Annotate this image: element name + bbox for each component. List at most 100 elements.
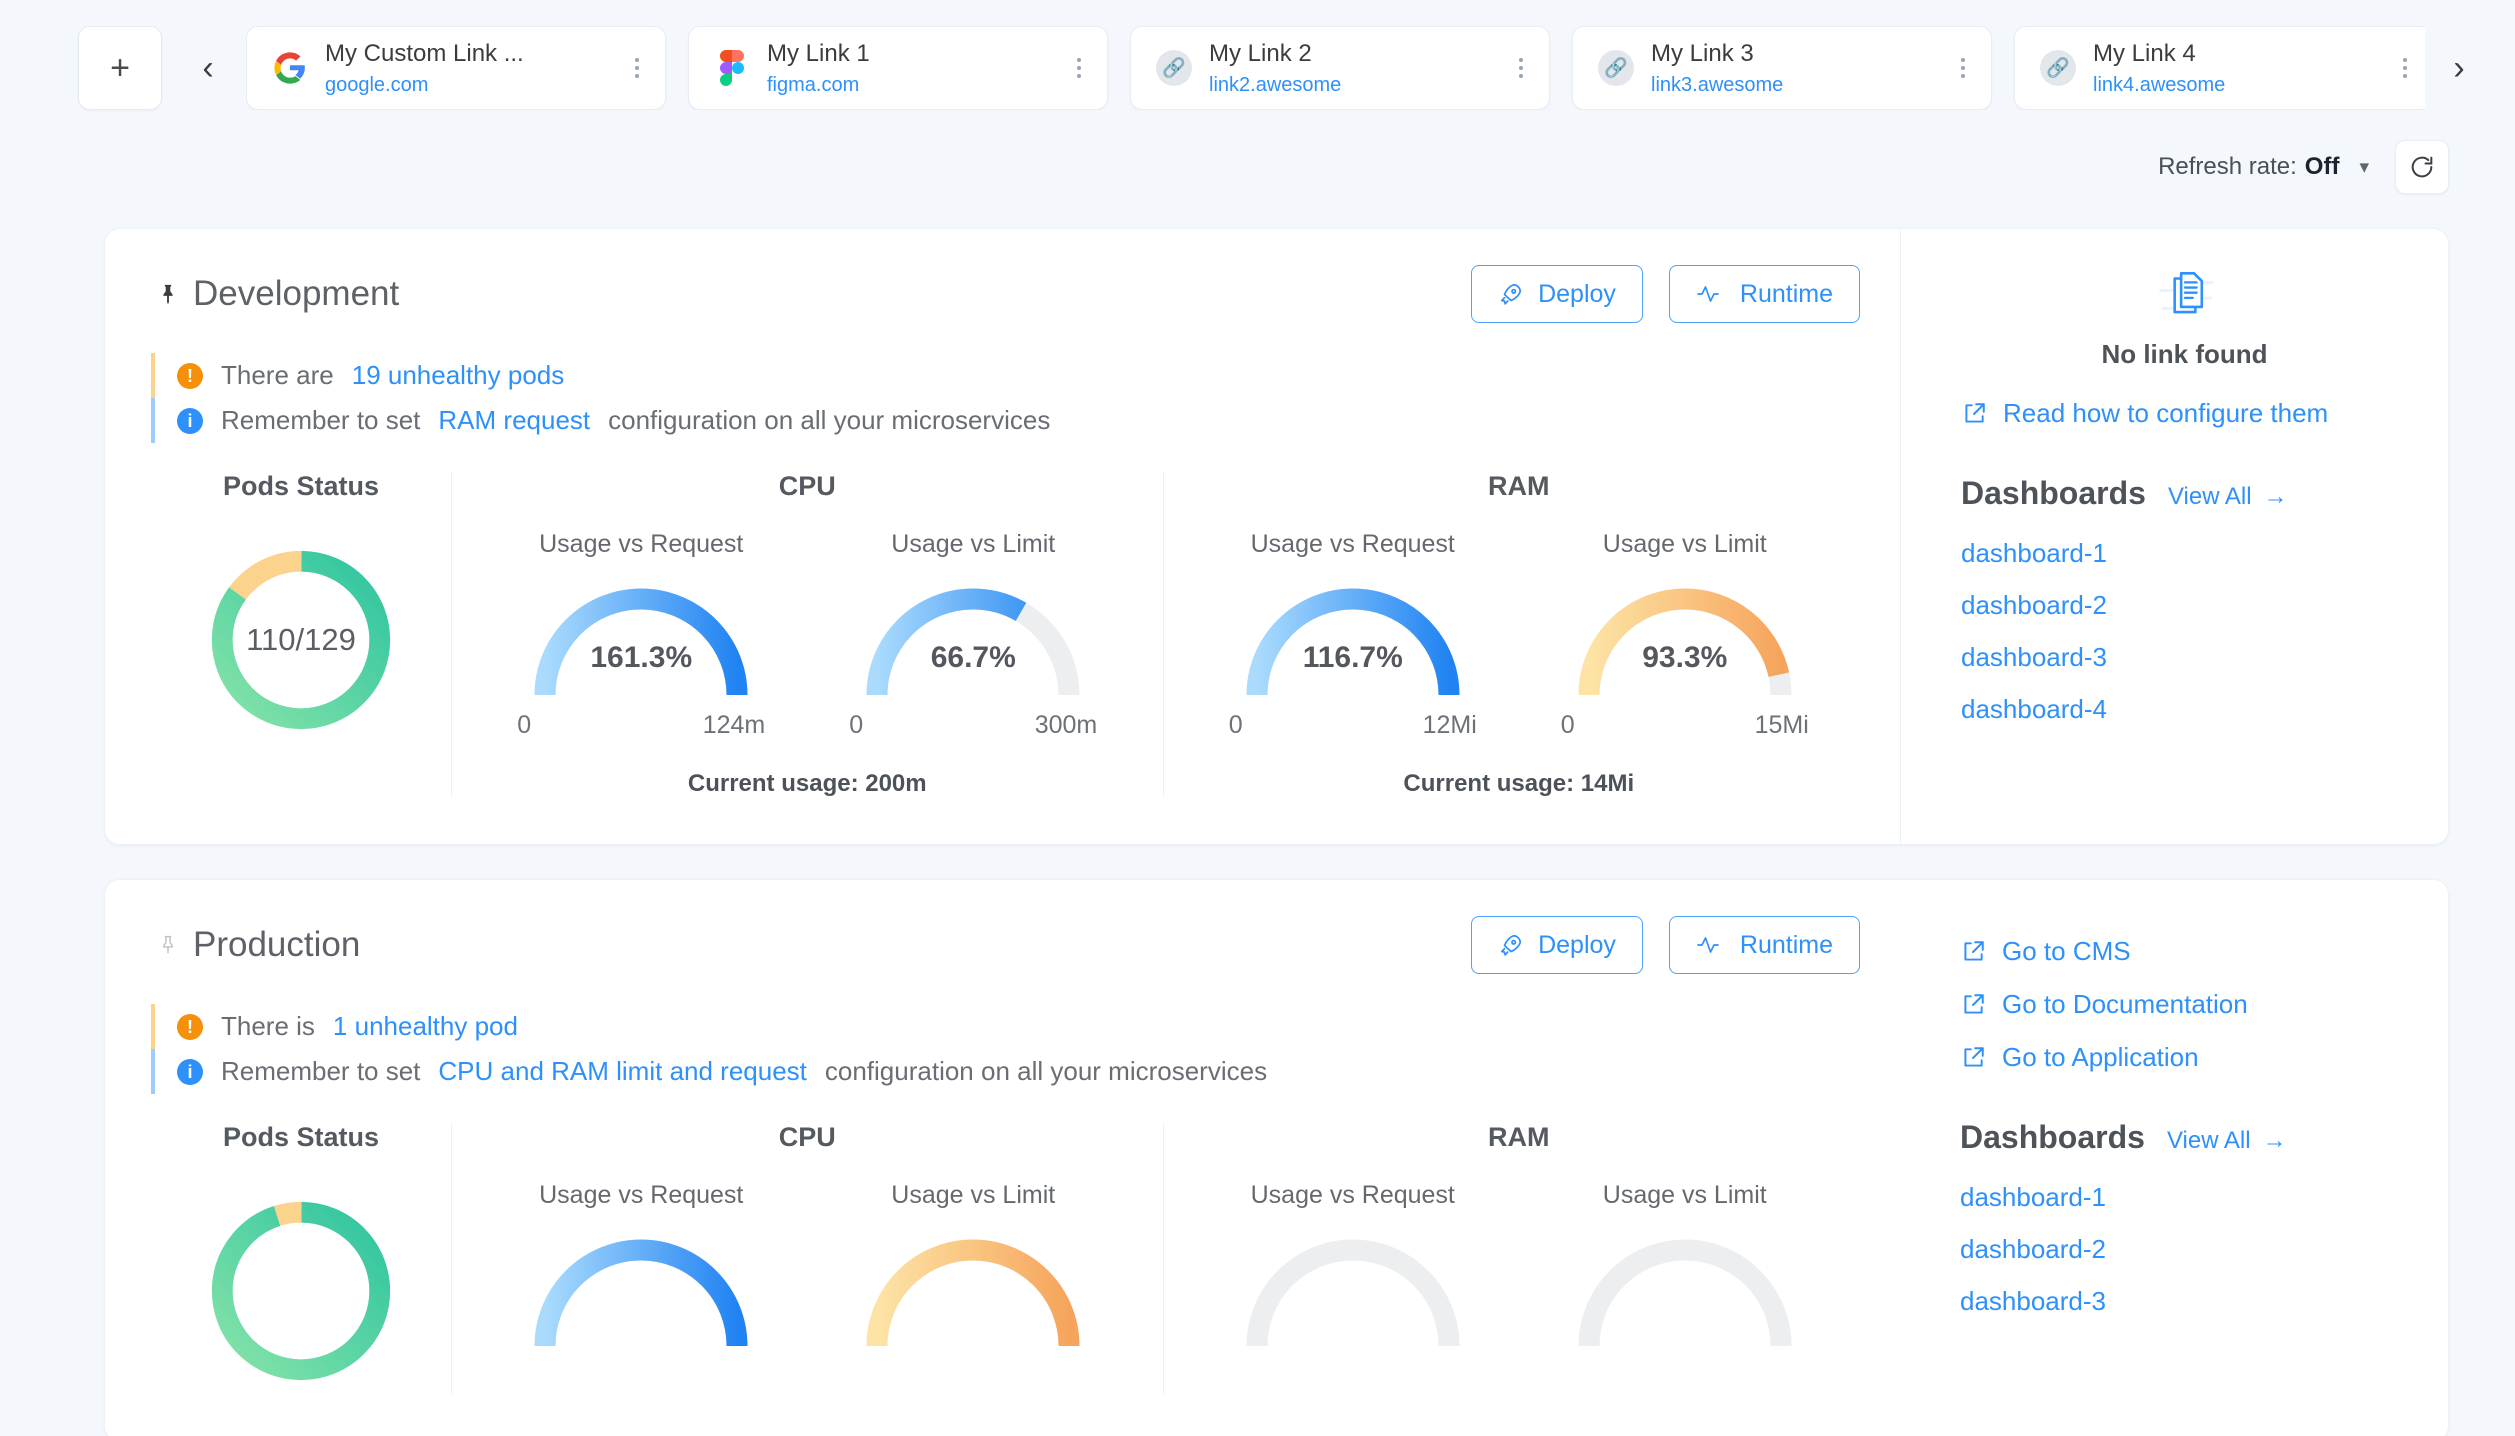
gauge-arc (853, 1226, 1093, 1354)
gauge-label: Usage vs Limit (814, 1181, 1132, 1210)
google-icon (269, 51, 311, 85)
link-card-menu-icon[interactable] (2389, 58, 2415, 78)
deploy-button[interactable]: Deploy (1471, 265, 1643, 323)
current-usage: Current usage: 200m (460, 770, 1155, 798)
pods-status-block: Pods Status 110/129 (151, 471, 451, 798)
external-link-icon (1961, 401, 1987, 427)
go-to-application-link[interactable]: Go to Application (1960, 1042, 2408, 1073)
gauge-label: Usage vs Request (1194, 1181, 1512, 1210)
runtime-button[interactable]: Runtime (1669, 916, 1860, 974)
gauge-ticks: 0 12Mi (1229, 711, 1477, 740)
link-card-url[interactable]: figma.com (767, 72, 1063, 98)
metric-group-ram: RAM Usage vs Request U (1163, 1122, 1875, 1395)
link-card-menu-icon[interactable] (621, 58, 647, 78)
go-to-documentation-link[interactable]: Go to Documentation (1960, 989, 2408, 1020)
link-card[interactable]: 🔗 My Link 2 link2.awesome (1130, 26, 1550, 110)
gauge-usage-vs-limit: Usage vs Limit (814, 530, 1132, 740)
arrow-right-icon: → (2263, 1127, 2287, 1155)
page-title: Development (193, 274, 399, 314)
page-title: Production (193, 925, 360, 965)
chevron-right-icon[interactable]: › (2435, 51, 2483, 85)
gauge-usage-vs-request: Usage vs Request (1194, 530, 1512, 740)
gauge-svg (853, 575, 1093, 703)
pin-icon[interactable] (151, 930, 185, 960)
gauge-label: Usage vs Request (482, 530, 800, 559)
link-icon: 🔗 (2037, 50, 2079, 86)
gauge-max: 15Mi (1755, 711, 1809, 740)
runtime-label: Runtime (1740, 280, 1833, 309)
documents-glyph (2153, 263, 2217, 325)
metrics-row: Pods Status 110/129 (151, 471, 1900, 798)
gauge-svg (853, 1226, 1093, 1354)
configure-links-label: Read how to configure them (2003, 398, 2328, 429)
alert-link[interactable]: CPU and RAM limit and request (438, 1056, 806, 1087)
chevron-left-icon[interactable]: ‹ (184, 51, 232, 85)
gauge-arc (1233, 1226, 1473, 1354)
card-header: Production Deploy Runt (151, 916, 1900, 974)
link-icon: 🔗 (1153, 50, 1195, 86)
link-card-menu-icon[interactable] (1063, 58, 1089, 78)
link-card-title: My Link 2 (1209, 39, 1505, 69)
go-to-cms-link[interactable]: Go to CMS (1960, 936, 2408, 967)
link-card-text: My Link 1 figma.com (753, 39, 1063, 98)
warning-icon: ! (177, 363, 203, 389)
link-card-title: My Link 3 (1651, 39, 1947, 69)
metric-group-title: RAM (1172, 471, 1867, 502)
link-card[interactable]: My Link 1 figma.com (688, 26, 1108, 110)
pods-status-value (197, 1187, 405, 1395)
link-icon: 🔗 (1595, 50, 1637, 86)
dashboard-link[interactable]: dashboard-2 (1961, 590, 2408, 621)
link-card-menu-icon[interactable] (1505, 58, 1531, 78)
alert-prefix: There is (221, 1011, 315, 1042)
go-to-documentation-label: Go to Documentation (2002, 989, 2248, 1020)
go-to-cms-label: Go to CMS (2002, 936, 2131, 967)
dashboard-link[interactable]: dashboard-2 (1960, 1234, 2408, 1265)
link-card-url[interactable]: google.com (325, 72, 621, 98)
dashboard-link[interactable]: dashboard-1 (1961, 538, 2408, 569)
link-card[interactable]: My Custom Link ... google.com (246, 26, 666, 110)
link-card-url[interactable]: link4.awesome (2093, 72, 2389, 98)
gauge-value: 116.7% (1233, 641, 1473, 675)
gauge-usage-vs-limit: Usage vs Limit (814, 1181, 1132, 1354)
link-card[interactable]: 🔗 My Link 4 link4.awesome (2014, 26, 2425, 110)
link-card-menu-icon[interactable] (1947, 58, 1973, 78)
gauge-ticks: 0 300m (849, 711, 1097, 740)
plus-icon: + (110, 51, 130, 85)
dashboard-link[interactable]: dashboard-3 (1960, 1286, 2408, 1317)
alert-link[interactable]: 19 unhealthy pods (352, 360, 565, 391)
gauge-usage-vs-limit: Usage vs Limit (1526, 530, 1844, 740)
current-usage: Current usage: 14Mi (1172, 770, 1867, 798)
pods-status-title: Pods Status (151, 471, 451, 502)
refresh-rate-select[interactable]: Refresh rate: Off ▾ (2158, 153, 2369, 181)
metric-group-cpu: CPU Usage vs Request (451, 471, 1163, 798)
alert-list: ! There are 19 unhealthy pods i Remember… (151, 353, 1900, 443)
add-link-button[interactable]: + (78, 26, 162, 110)
configure-links-link[interactable]: Read how to configure them (1961, 398, 2408, 429)
dashboard-link[interactable]: dashboard-1 (1960, 1182, 2408, 1213)
runtime-button[interactable]: Runtime (1669, 265, 1860, 323)
pin-icon[interactable] (151, 279, 185, 309)
go-to-application-label: Go to Application (2002, 1042, 2199, 1073)
documents-icon (1961, 263, 2408, 325)
dashboard-link[interactable]: dashboard-3 (1961, 642, 2408, 673)
link-card[interactable]: 🔗 My Link 3 link3.awesome (1572, 26, 1992, 110)
link-card-url[interactable]: link2.awesome (1209, 72, 1505, 98)
deploy-button[interactable]: Deploy (1471, 916, 1643, 974)
pods-status-donut (197, 1187, 405, 1395)
link-card-url[interactable]: link3.awesome (1651, 72, 1947, 98)
alert-prefix: Remember to set (221, 1056, 420, 1087)
link-card-title: My Link 4 (2093, 39, 2389, 69)
alert-link[interactable]: 1 unhealthy pod (333, 1011, 518, 1042)
pods-status-value: 110/129 (197, 536, 405, 744)
dashboard-link[interactable]: dashboard-4 (1961, 694, 2408, 725)
external-link-icon (1960, 1045, 1986, 1071)
alert-link[interactable]: RAM request (438, 405, 590, 436)
pods-status-block: Pods Status (151, 1122, 451, 1395)
view-all-dashboards-link[interactable]: View All → (2167, 1127, 2287, 1155)
view-all-dashboards-link[interactable]: View All → (2168, 483, 2288, 511)
environment-card-production: Production Deploy Runt (104, 879, 2449, 1436)
arrow-right-icon: → (2264, 483, 2288, 511)
link-card-list: My Custom Link ... google.com (246, 26, 2425, 110)
view-all-label: View All (2167, 1127, 2251, 1155)
refresh-button[interactable] (2395, 140, 2449, 194)
